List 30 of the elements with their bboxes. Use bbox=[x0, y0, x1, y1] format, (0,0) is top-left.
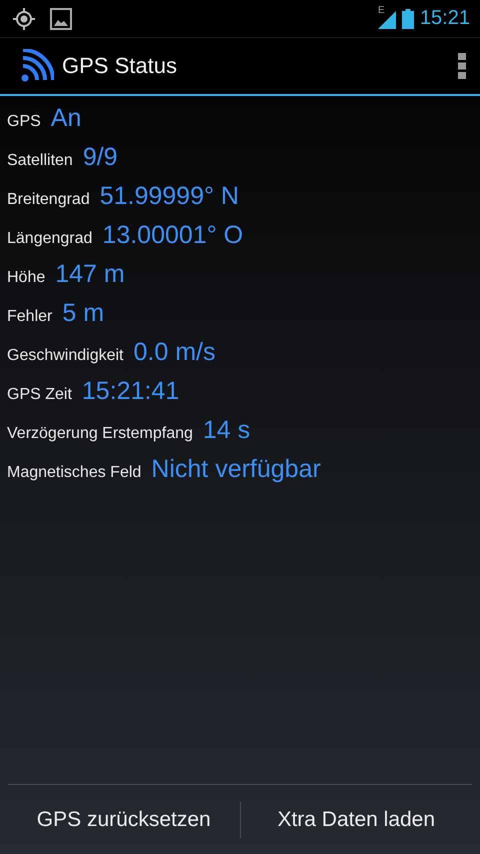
action-button[interactable]: GPS zurücksetzen bbox=[8, 785, 240, 854]
field-value: 5 m bbox=[62, 299, 104, 328]
field-value: 9/9 bbox=[82, 143, 118, 172]
field-value: 14 s bbox=[202, 416, 250, 445]
field-label: Breitengrad bbox=[7, 191, 90, 209]
field-value: 13.00001° O bbox=[102, 221, 244, 250]
field-label: Geschwindigkeit bbox=[7, 347, 124, 365]
field-value: 0.0 m/s bbox=[134, 338, 216, 367]
field-label: Magnetisches Feld bbox=[7, 464, 142, 482]
network-type: E bbox=[378, 4, 385, 16]
field-label: GPS Zeit bbox=[7, 386, 72, 404]
app-title: GPS Status bbox=[62, 53, 178, 79]
field-value: An bbox=[50, 104, 82, 133]
signal-waves-icon bbox=[20, 49, 54, 83]
battery-icon bbox=[402, 8, 414, 28]
clock: 15:21 bbox=[420, 7, 470, 30]
field-label: Längengrad bbox=[7, 230, 92, 248]
overflow-menu-icon[interactable] bbox=[458, 53, 466, 79]
field-value: 15:21:41 bbox=[82, 377, 180, 406]
field-label: Höhe bbox=[7, 269, 46, 287]
field-label: GPS bbox=[7, 113, 41, 131]
location-icon bbox=[12, 6, 36, 30]
field-value: 147 m bbox=[55, 260, 125, 289]
action-button[interactable]: Xtra Daten laden bbox=[240, 785, 472, 854]
field-label: Fehler bbox=[7, 308, 52, 326]
field-value: 51.99999° N bbox=[100, 182, 239, 211]
image-icon bbox=[50, 8, 72, 30]
field-value: Nicht verfügbar bbox=[151, 455, 321, 484]
field-label: Verzögerung Erstempfang bbox=[7, 425, 193, 443]
field-label: Satelliten bbox=[7, 152, 73, 170]
